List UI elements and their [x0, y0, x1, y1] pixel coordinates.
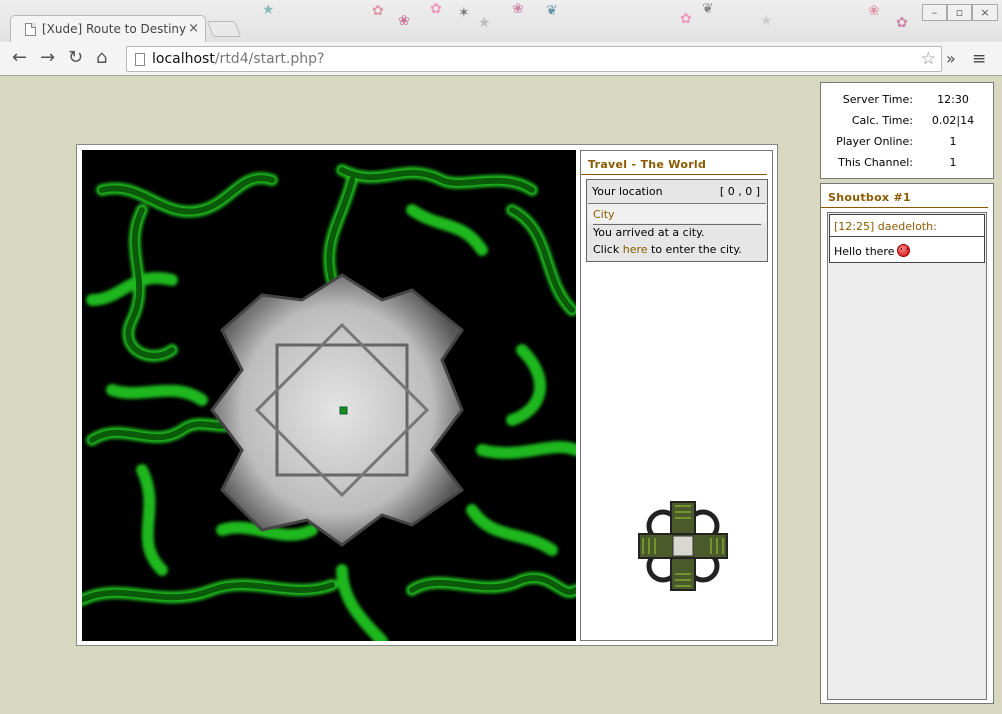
- city-title: City: [593, 208, 615, 221]
- page-icon: [25, 23, 36, 36]
- shoutbox-title: Shoutbox #1: [821, 184, 988, 208]
- flower-decoration-icon: ✿: [430, 1, 442, 17]
- enter-city-link[interactable]: here: [623, 243, 648, 256]
- minimize-window-button[interactable]: –: [922, 4, 947, 21]
- bookmark-star-icon[interactable]: ☆: [921, 49, 936, 69]
- forward-arrow-icon[interactable]: →: [40, 48, 55, 68]
- butterfly-decoration-icon: ❦: [546, 3, 558, 19]
- flower-decoration-icon: ❀: [398, 13, 410, 29]
- city-shape: [210, 273, 465, 547]
- stat-value: 1: [949, 156, 957, 169]
- city-divider: [593, 224, 761, 225]
- address-url[interactable]: localhost/rtd4/start.php?: [152, 51, 324, 67]
- url-path: /rtd4/start.php?: [214, 51, 325, 67]
- url-host: localhost: [152, 51, 215, 67]
- stat-value: 0.02|14: [931, 114, 975, 127]
- star-decoration-icon: ★: [262, 2, 275, 18]
- menu-icon[interactable]: ≡: [972, 49, 986, 69]
- location-box: Your location [ 0 , 0 ] City You arrived…: [586, 179, 768, 262]
- message-body: Hello there: [834, 245, 895, 258]
- butterfly-decoration-icon: ❦: [702, 1, 714, 17]
- flower-decoration-icon: ✿: [896, 15, 908, 31]
- extensions-chevron-icon[interactable]: »: [946, 49, 956, 68]
- travel-panel-title: Travel - The World: [581, 151, 767, 175]
- message-body-row: Hello there: [834, 244, 911, 258]
- location-coords: [ 0 , 0 ]: [719, 185, 760, 198]
- enter-suffix: to enter the city.: [651, 243, 742, 256]
- reload-icon[interactable]: ↻: [68, 48, 83, 68]
- travel-panel: Travel - The World Your location [ 0 , 0…: [580, 150, 773, 641]
- home-icon[interactable]: ⌂: [96, 48, 107, 68]
- arrival-message: You arrived at a city.: [593, 226, 705, 239]
- star-decoration-icon: ✶: [458, 5, 470, 21]
- enter-city-message: Click here to enter the city.: [593, 243, 742, 256]
- shoutbox-message: [12:25] daedeloth: Hello there: [829, 214, 985, 263]
- browser-toolbar: ← → ↻ ⌂ localhost/rtd4/start.php? ☆ » ≡: [0, 42, 1002, 76]
- page-viewport: Travel - The World Your location [ 0 , 0…: [4, 77, 998, 714]
- enter-prefix: Click: [593, 243, 620, 256]
- browser-tab[interactable]: [Xude] Route to Destiny 4 ×: [10, 15, 206, 42]
- server-stats-box: Server Time: 12:30 Calc. Time: 0.02|14 P…: [820, 82, 994, 179]
- star-decoration-icon: ★: [760, 13, 773, 29]
- stat-label: This Channel:: [838, 156, 913, 169]
- star-decoration-icon: ★: [478, 15, 491, 31]
- game-frame: Travel - The World Your location [ 0 , 0…: [76, 144, 778, 646]
- flower-decoration-icon: ✿: [680, 11, 692, 27]
- message-header: [12:25] daedeloth:: [830, 215, 984, 237]
- shoutbox-panel: Shoutbox #1 [12:25] daedeloth: Hello the…: [820, 183, 994, 704]
- maximize-window-button[interactable]: ▫: [947, 4, 972, 21]
- stat-label: Player Online:: [836, 135, 913, 148]
- browser-tabstrip: ★ ✿ ❀ ✿ ✶ ★ ❀ ❦ ✿ ❦ ★ ❀ ✿ [Xude] Route t…: [0, 0, 1002, 42]
- back-arrow-icon[interactable]: ←: [12, 48, 27, 68]
- stat-server-time: Server Time: 12:30: [821, 93, 993, 113]
- world-map-svg: [82, 150, 576, 641]
- stat-label: Server Time:: [842, 93, 913, 106]
- world-map[interactable]: [82, 150, 576, 641]
- shoutbox-messages[interactable]: [12:25] daedeloth: Hello there: [827, 212, 987, 700]
- smiley-icon: [897, 244, 911, 257]
- stat-player-online: Player Online: 1: [821, 135, 993, 155]
- compass-navigation[interactable]: [633, 496, 733, 596]
- flower-decoration-icon: ✿: [372, 3, 384, 19]
- compass-icon: [638, 501, 728, 591]
- location-row: Your location [ 0 , 0 ]: [592, 185, 762, 198]
- stat-value: 1: [949, 135, 957, 148]
- city-header: City: [588, 203, 766, 225]
- new-tab-button[interactable]: [206, 21, 242, 37]
- close-tab-icon[interactable]: ×: [188, 21, 199, 36]
- stat-label: Calc. Time:: [851, 114, 913, 127]
- stat-this-channel: This Channel: 1: [821, 156, 993, 176]
- stat-value: 12:30: [937, 93, 969, 106]
- location-label: Your location: [592, 185, 663, 198]
- address-bar[interactable]: localhost/rtd4/start.php? ☆: [126, 46, 942, 72]
- page-icon: [135, 53, 145, 66]
- close-window-button[interactable]: ×: [972, 4, 998, 21]
- tab-title: [Xude] Route to Destiny 4: [42, 22, 188, 36]
- flower-decoration-icon: ❀: [512, 1, 524, 17]
- flower-decoration-icon: ❀: [868, 3, 880, 19]
- stat-calc-time: Calc. Time: 0.02|14: [821, 114, 993, 134]
